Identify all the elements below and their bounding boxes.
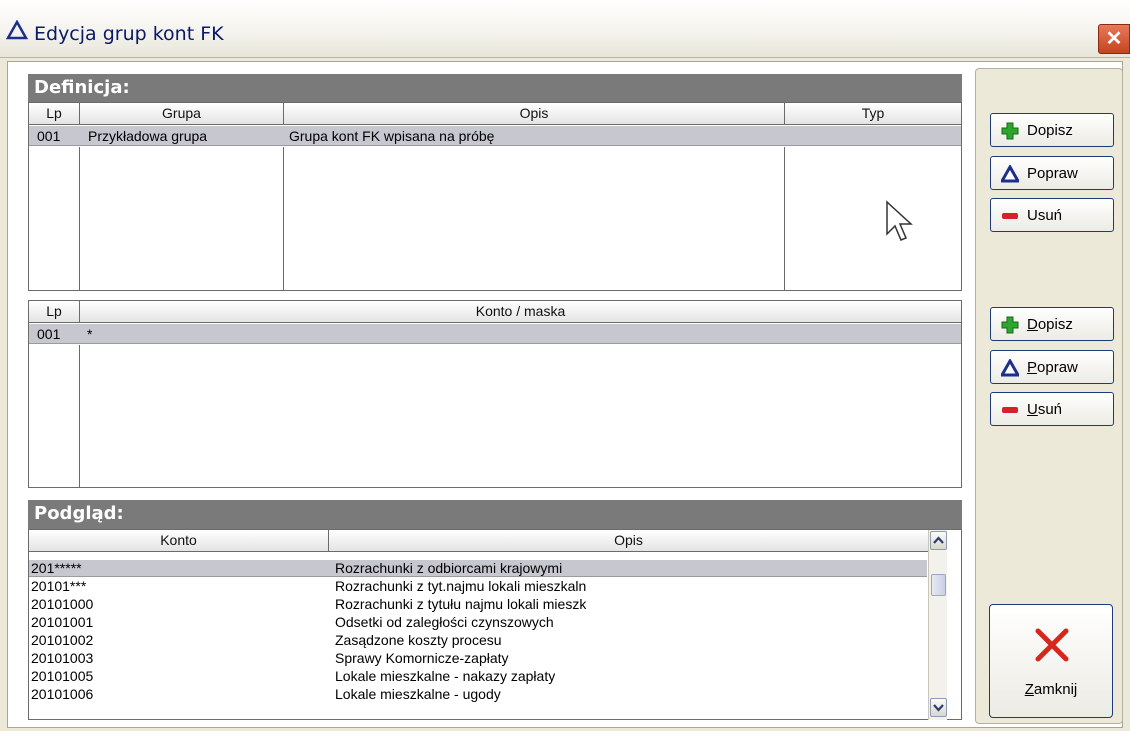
label-rest: amknij <box>1033 681 1078 698</box>
opis-cell: Rozrachunki z odbiorcami krajowymi <box>335 560 563 576</box>
close-label: Zamknij <box>990 681 1112 698</box>
plus-icon <box>1001 316 1019 334</box>
chevron-up-icon <box>933 536 944 544</box>
list-item[interactable]: 20101003 Sprawy Komornicze-zapłaty <box>29 650 927 667</box>
row-konto: * <box>87 326 93 342</box>
title-bar: Edycja grup kont FK ✕ <box>0 0 1130 58</box>
konto-cell: 20101006 <box>31 686 94 702</box>
konto-cell: 201***** <box>31 560 82 576</box>
scroll-up-button[interactable] <box>930 531 947 550</box>
hotkey-letter: P <box>1027 359 1038 376</box>
konto-cell: 20101002 <box>31 632 94 648</box>
opis-cell: Lokale mieszkalne - ugody <box>335 686 501 702</box>
konto-cell: 20101*** <box>31 578 87 594</box>
hotkey-letter: D <box>1027 316 1038 333</box>
row-lp: 001 <box>37 326 61 342</box>
opis-cell: Lokale mieszkalne - nakazy zapłaty <box>335 668 556 684</box>
add-group-button[interactable]: Dopisz <box>990 113 1114 147</box>
row-lp: 001 <box>37 128 61 144</box>
triangle-icon <box>1001 165 1019 183</box>
hotkey-letter: U <box>1027 401 1038 418</box>
col-header-konto[interactable]: Konto <box>29 530 329 552</box>
button-panel: Dopisz Popraw Usuń Dopisz Popraw Usuń Za… <box>975 68 1123 724</box>
add-account-button[interactable]: Dopisz <box>990 307 1114 341</box>
list-item[interactable]: 20101006 Lokale mieszkalne - ugody <box>29 686 927 703</box>
edit-group-label: Popraw <box>1027 165 1078 182</box>
konto-cell: 20101005 <box>31 668 94 684</box>
close-x-icon <box>1035 628 1069 662</box>
definicja-header: Definicja: <box>28 74 962 102</box>
window-title: Edycja grup kont FK <box>34 23 224 45</box>
podglad-grid: Konto Opis 201***** Rozrachunki z odbior… <box>28 529 962 720</box>
column-divider <box>784 147 785 290</box>
col-header-opis[interactable]: Opis <box>284 103 785 125</box>
list-item[interactable]: 20101*** Rozrachunki z tyt.najmu lokali … <box>29 578 927 595</box>
column-divider <box>79 345 80 487</box>
edit-account-button[interactable]: Popraw <box>990 350 1114 384</box>
close-button[interactable]: Zamknij <box>989 604 1113 718</box>
col-header-lp[interactable]: Lp <box>29 301 80 323</box>
edit-group-button[interactable]: Popraw <box>990 156 1114 190</box>
opis-cell: Rozrachunki z tytułu najmu lokali mieszk <box>335 596 587 612</box>
chevron-down-icon <box>933 704 944 712</box>
col-header-opis[interactable]: Opis <box>329 530 929 552</box>
opis-cell: Odsetki od zaległości czynszowych <box>335 614 554 630</box>
delete-group-button[interactable]: Usuń <box>990 198 1114 232</box>
table-row[interactable]: 001 Przykładowa grupa Grupa kont FK wpis… <box>29 126 961 146</box>
row-opis: Grupa kont FK wpisana na próbę <box>289 128 495 144</box>
add-group-label: Dopisz <box>1027 122 1073 139</box>
col-header-konto-maska[interactable]: Konto / maska <box>80 301 961 323</box>
edit-account-label: Popraw <box>1027 359 1078 376</box>
window-close-button[interactable]: ✕ <box>1098 24 1130 54</box>
scroll-down-button[interactable] <box>930 698 947 717</box>
minus-icon <box>1002 213 1018 219</box>
konto-cell: 20101001 <box>31 614 94 630</box>
column-divider <box>283 147 284 290</box>
row-grupa: Przykładowa grupa <box>88 128 208 144</box>
list-item[interactable]: 20101002 Zasądzone koszty procesu <box>29 632 927 649</box>
opis-cell: Sprawy Komornicze-zapłaty <box>335 650 509 666</box>
column-divider <box>79 147 80 290</box>
podglad-header: Podgląd: <box>28 500 962 529</box>
label-rest: suń <box>1037 401 1063 418</box>
table-row[interactable]: 001 * <box>29 324 961 344</box>
list-item[interactable]: 20101000 Rozrachunki z tytułu najmu loka… <box>29 596 927 613</box>
plus-icon <box>1001 122 1019 140</box>
scroll-thumb[interactable] <box>931 574 946 596</box>
list-item[interactable]: 20101001 Odsetki od zaległości czynszowy… <box>29 614 927 631</box>
label-rest: opisz <box>1037 316 1073 333</box>
triangle-icon <box>6 20 28 40</box>
opis-cell: Zasądzone koszty procesu <box>335 632 502 648</box>
konta-grid: Lp Konto / maska 001 * <box>28 300 962 488</box>
konto-cell: 20101003 <box>31 650 94 666</box>
hotkey-letter: Z <box>1024 681 1034 698</box>
label-rest: opraw <box>1037 359 1078 376</box>
podglad-scrollbar[interactable] <box>928 530 947 720</box>
definicja-grid: Lp Grupa Opis Typ 001 Przykładowa grupa … <box>28 102 962 291</box>
col-header-grupa[interactable]: Grupa <box>80 103 284 125</box>
triangle-icon <box>1001 359 1019 377</box>
delete-account-label: Usuń <box>1027 401 1062 418</box>
list-item[interactable]: 201***** Rozrachunki z odbiorcami krajow… <box>29 560 927 577</box>
col-header-lp[interactable]: Lp <box>29 103 80 125</box>
col-header-typ[interactable]: Typ <box>785 103 961 125</box>
opis-cell: Rozrachunki z tyt.najmu lokali mieszkaln <box>335 578 587 594</box>
add-account-label: Dopisz <box>1027 316 1073 333</box>
minus-icon <box>1002 407 1018 413</box>
list-item[interactable]: 20101005 Lokale mieszkalne - nakazy zapł… <box>29 668 927 685</box>
delete-group-label: Usuń <box>1027 207 1063 224</box>
konto-cell: 20101000 <box>31 596 94 612</box>
mouse-cursor-icon <box>886 200 913 241</box>
delete-account-button[interactable]: Usuń <box>990 392 1114 426</box>
